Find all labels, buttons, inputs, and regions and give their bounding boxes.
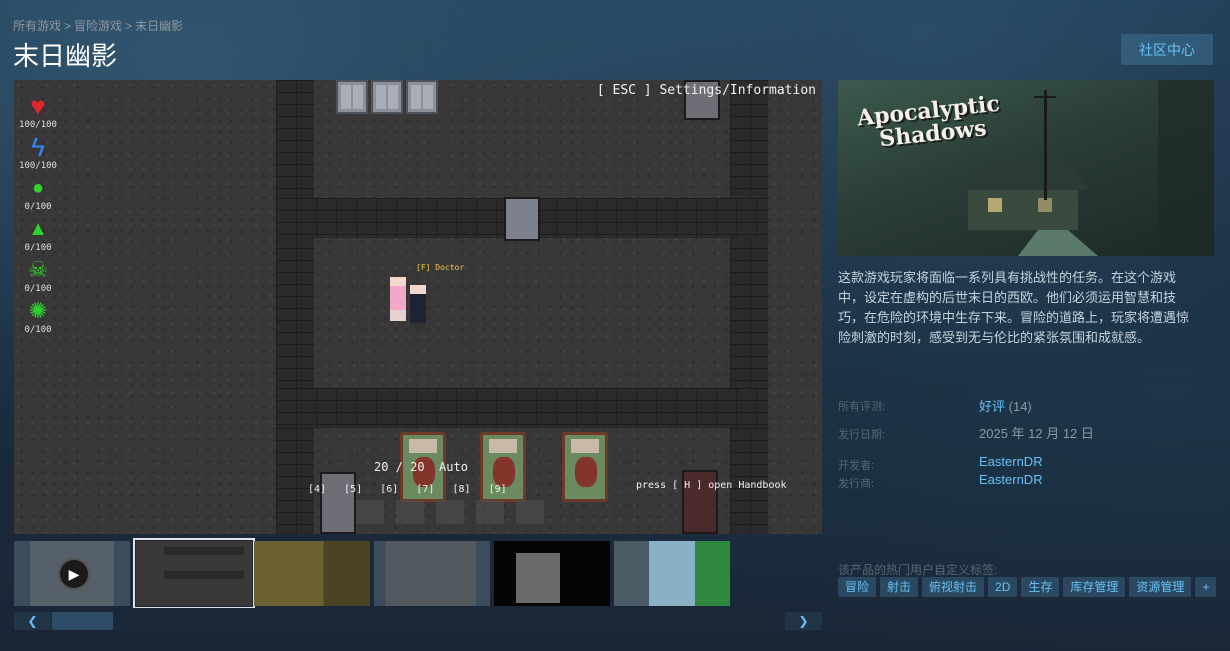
release-date-label: 发行日期: [838,429,886,441]
ammo-counter: 20 / 20 Auto [374,460,468,474]
skull-icon: ☠ [28,257,48,282]
scroll-left-arrow[interactable]: ❮ [14,612,51,630]
energy-value: 100/100 [19,161,57,171]
hospital-bed [562,432,608,502]
page-title: 末日幽影 [13,41,118,71]
breadcrumb-all-games[interactable]: 所有游戏 [13,19,61,33]
game-wall [276,388,768,428]
thumbnail-image[interactable] [614,541,730,606]
player-character [410,285,426,329]
game-description: 这款游戏玩家将面临一系列具有挑战性的任务。在这个游戏中，设定在虚构的后世末日的西… [838,270,1190,345]
breadcrumb-current-game[interactable]: 末日幽影 [135,19,183,33]
tag-top-down-shooter[interactable]: 俯视射击 [922,577,985,597]
hotbar-slot-labels: [4] [5] [6] [7] [8] [9] [308,484,507,495]
breadcrumb-separator: > [125,19,133,33]
capsule-image: Apocalyptic Shadows [838,80,1214,256]
npc-doctor-label: [F] Doctor [416,263,465,272]
thumbnail-image[interactable] [374,541,490,606]
tag-inventory-management[interactable]: 库存管理 [1063,577,1126,597]
scroll-right-arrow[interactable]: ❯ [785,612,822,630]
main-screenshot[interactable]: ♥ 100/100 ϟ 100/100 ● 0/100 ▲ 0/100 ☠ 0/100 ✺… [14,80,822,534]
toxicity-value: 0/100 [24,284,52,294]
thumbnail-strip: ▶ [14,538,822,608]
reviews-count: (14) [1008,399,1032,414]
hunger-value: 0/100 [24,202,52,212]
release-date-value: 2025 年 12 月 12 日 [979,426,1094,441]
tag-more-button[interactable]: + [1195,577,1217,597]
thumbnail-video[interactable]: ▶ [14,541,130,606]
tag-adventure[interactable]: 冒险 [838,577,877,597]
developer-label: 开发者: [838,460,875,472]
reviews-label: 所有评测: [838,401,886,413]
esc-settings-hint: [ ESC ] Settings/Information [596,83,816,98]
thumbnail-image[interactable] [254,541,370,606]
breadcrumb: 所有游戏 > 冒险游戏 > 末日幽影 [13,17,183,34]
hotbar-slot [516,500,544,524]
tags-label: 该产品的热门用户自定义标签: [838,563,998,577]
hotbar-slot [396,500,424,524]
breadcrumb-separator: > [64,19,72,33]
stomach-icon: ● [31,177,45,199]
tag-resource-management[interactable]: 资源管理 [1129,577,1192,597]
tag-survival[interactable]: 生存 [1021,577,1060,597]
publisher-label: 发行商: [838,478,875,490]
game-lockers [336,80,438,114]
health-value: 100/100 [19,120,57,130]
hotbar-slot [436,500,464,524]
play-icon: ▶ [58,558,90,590]
hotbar-slot [356,500,384,524]
game-cabinet [320,472,356,534]
tag-shooter[interactable]: 射击 [880,577,919,597]
community-hub-button[interactable]: 社区中心 [1121,34,1213,65]
hotbar-slot [476,500,504,524]
handbook-hint: press [ H ] open Handbook [636,480,787,491]
publisher-link[interactable]: EasternDR [979,472,1043,487]
lightning-icon: ϟ [31,132,45,162]
breadcrumb-adventure-games[interactable]: 冒险游戏 [74,19,122,33]
thumbnail-scrollbar[interactable]: ❮ ❯ [14,612,822,630]
scrollbar-thumb[interactable] [52,612,113,630]
developer-link[interactable]: EasternDR [979,454,1043,469]
game-door [504,197,540,241]
water-drop-icon: ▲ [28,218,48,240]
thumbnail-selected[interactable] [133,538,255,608]
game-wall [276,80,314,534]
nurse-character [390,277,406,321]
tags-list: 冒险 射击 俯视射击 2D 生存 库存管理 资源管理 + [838,577,1217,597]
heart-icon: ♥ [30,91,46,121]
thirst-value: 0/100 [24,243,52,253]
reviews-rating[interactable]: 好评 [979,399,1005,414]
virus-icon: ✺ [28,298,48,323]
game-wall [730,80,768,534]
reviews-summary[interactable]: 好评 (14) [979,396,1032,415]
tag-2d[interactable]: 2D [988,577,1018,597]
infection-value: 0/100 [24,325,52,335]
hud-stats: ♥ 100/100 ϟ 100/100 ● 0/100 ▲ 0/100 ☠ 0/100 ✺… [18,92,58,338]
thumbnail-image[interactable] [494,541,610,606]
